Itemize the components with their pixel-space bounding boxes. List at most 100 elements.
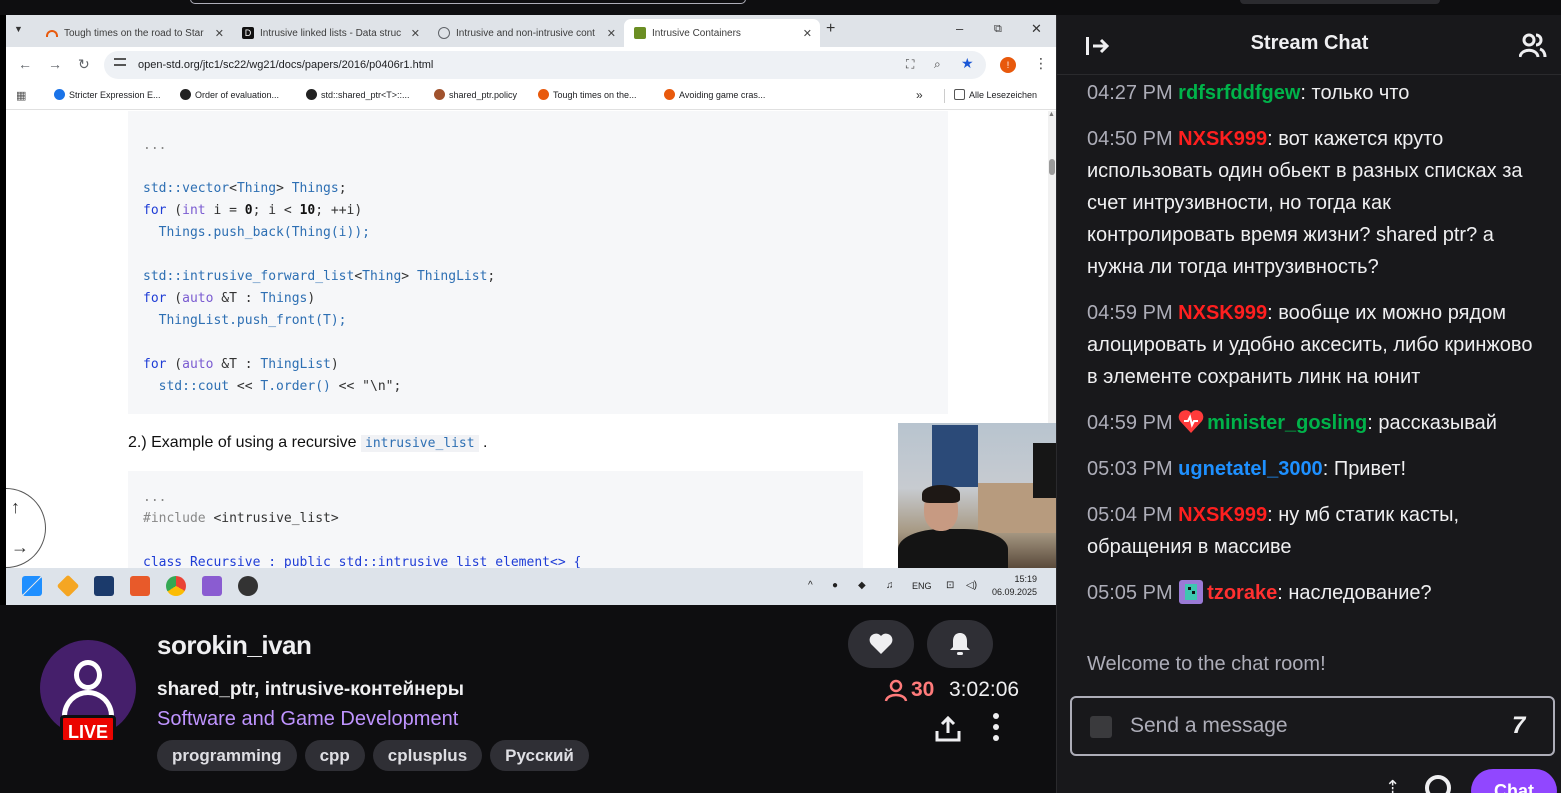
heart-badge-icon[interactable] [1178,409,1204,435]
message-username[interactable]: NXSK999 [1178,504,1267,526]
message-timestamp: 04:59 PM [1087,412,1173,434]
visual-studio-icon[interactable] [202,576,222,596]
avatar-body-shape [62,690,114,718]
app-grid-icon[interactable] [94,576,114,596]
chat-message[interactable]: 05:05 PM tzorake: наследование? [1087,577,1537,609]
tab-4-close-icon[interactable]: ✕ [803,27,812,40]
new-tab-icon[interactable]: + [826,20,835,38]
back-arrow-icon[interactable]: ← [18,56,32,72]
language-indicator[interactable]: ENG [912,581,932,591]
widgets-icon[interactable] [56,574,80,598]
chat-message[interactable]: 05:04 PM NXSK999: ну мб статик касты, об… [1087,499,1537,563]
chat-message[interactable]: 04:27 PM rdfsrfddfgew: только что [1087,77,1537,109]
volume-icon[interactable]: ◁) [966,580,977,591]
all-bookmarks[interactable]: Alle Lesezeichen [954,89,1037,100]
bookmark-5[interactable]: Tough times on the... [538,89,637,100]
live-badge: LIVE [60,715,116,743]
tray-shield-icon[interactable]: ◆ [858,580,866,591]
reload-icon[interactable]: ↻ [78,56,90,73]
bookmarks-divider [944,89,945,103]
person-icon [884,679,908,702]
profile-avatar[interactable]: ! [1000,57,1016,73]
browser-tab-3[interactable]: Intrusive and non-intrusive cont ✕ [428,19,624,47]
tag-russian[interactable]: Русский [490,740,589,771]
obs-icon[interactable] [238,576,258,596]
browser-tab-1[interactable]: Tough times on the road to Star ✕ [36,19,232,47]
apps-grid-icon[interactable]: ▦ [16,89,26,102]
tab-3-close-icon[interactable]: ✕ [607,27,616,40]
stream-title: shared_ptr, intrusive-контейнеры [157,679,464,700]
app-orange-icon[interactable] [130,576,150,596]
code-line: std::vector<Thing> Things; [143,181,347,196]
network-icon[interactable]: ⊡ [946,580,954,591]
bookmark-6[interactable]: Avoiding game cras... [664,89,765,100]
chat-input[interactable]: Send a message 7 [1070,696,1555,756]
follow-button[interactable] [848,620,914,668]
scroll-up-icon[interactable]: ▲ [1048,111,1055,118]
code-block-2: ... #include <intrusive_list> class Recu… [128,471,863,583]
stream-tags: programming cpp cplusplus Русский [157,740,589,771]
bookmarks-overflow-icon[interactable]: » [916,88,923,102]
message-username[interactable]: NXSK999 [1178,302,1267,324]
channel-name[interactable]: sorokin_ivan [157,630,312,661]
browser-menu-icon[interactable]: ⋮ [1034,55,1048,72]
translate-icon[interactable]: ⛶ [906,57,914,72]
host-search-bar[interactable] [190,0,746,4]
start-icon[interactable] [22,576,42,596]
bookmark-5-label: Tough times on the... [553,89,637,100]
message-username[interactable]: ugnetatel_3000 [1178,458,1323,480]
window-close-button[interactable]: ✕ [1031,21,1042,37]
system-clock[interactable]: 15:19 06.09.2025 [992,573,1037,599]
gesture-nav-hint: ↑ → [6,488,46,568]
forward-arrow-icon[interactable]: → [48,56,62,72]
tab-4-label: Intrusive Containers [652,27,741,39]
scrollbar-thumb[interactable] [1049,159,1055,175]
tab-2-close-icon[interactable]: ✕ [411,27,420,40]
notifications-button[interactable] [927,620,993,668]
video-player[interactable]: ▼ Tough times on the road to Star ✕ D In… [0,15,1056,605]
browser-tab-4-active[interactable]: Intrusive Containers ✕ [624,19,820,47]
chat-message[interactable]: 05:03 PM ugnetatel_3000: Привет! [1087,453,1537,485]
tray-overflow-icon[interactable]: ^ [808,580,813,591]
message-username[interactable]: rdfsrfddfgew [1178,82,1300,104]
tag-cplusplus[interactable]: cplusplus [372,740,483,771]
window-restore-button[interactable]: ⧉ [994,23,1002,36]
pixel-badge-icon[interactable] [1178,579,1204,605]
tab-1-close-icon[interactable]: ✕ [215,27,224,40]
bookmark-1[interactable]: Stricter Expression E... [54,89,161,100]
chat-settings-gear-icon[interactable] [1425,775,1451,793]
document-page: ... std::vector<Thing> Things; for (int … [6,111,1048,583]
host-account-area[interactable] [1240,0,1440,4]
microphone-icon[interactable]: ♫ [886,580,894,591]
tag-programming[interactable]: programming [157,740,297,771]
tag-cpp[interactable]: cpp [304,740,365,771]
message-text: Привет! [1333,458,1407,480]
zoom-icon[interactable]: ⌕ [934,57,941,72]
tray-app-icon[interactable]: ● [832,580,838,591]
sparkle-icon[interactable] [1090,716,1112,738]
chat-message[interactable]: 04:50 PM NXSK999: вот кажется круто испо… [1087,123,1537,283]
channel-points-icon[interactable]: ⇡ [1385,777,1400,793]
chat-message[interactable]: 04:59 PM minister_gosling: рассказывай [1087,407,1537,439]
address-bar[interactable]: open-std.org/jtc1/sc22/wg21/docs/papers/… [104,51,986,79]
bookmark-star-icon[interactable]: ★ [961,55,974,72]
message-username[interactable]: minister_gosling [1207,412,1367,434]
message-text: наследование? [1288,582,1432,604]
window-minimize-button[interactable]: – [956,21,963,36]
more-options-icon[interactable] [988,713,1004,741]
share-icon[interactable] [934,715,962,743]
message-username[interactable]: tzorake [1207,582,1277,604]
tab-search-icon[interactable]: ▼ [14,24,23,34]
chat-message[interactable]: 04:59 PM NXSK999: вообще их можно рядом … [1087,297,1537,393]
chat-send-button[interactable]: Chat [1471,769,1557,793]
7tv-emote-icon[interactable]: 7 [1512,712,1525,740]
site-info-icon[interactable] [114,58,126,66]
chrome-icon[interactable] [166,576,186,596]
bookmark-3[interactable]: std::shared_ptr<T>::... [306,89,410,100]
browser-tab-2[interactable]: D Intrusive linked lists - Data struc ✕ [232,19,428,47]
message-username[interactable]: NXSK999 [1178,128,1267,150]
bookmark-4[interactable]: shared_ptr.policy [434,89,517,100]
community-icon[interactable] [1519,31,1547,59]
bookmark-2[interactable]: Order of evaluation... [180,89,279,100]
stream-category-link[interactable]: Software and Game Development [157,708,458,731]
